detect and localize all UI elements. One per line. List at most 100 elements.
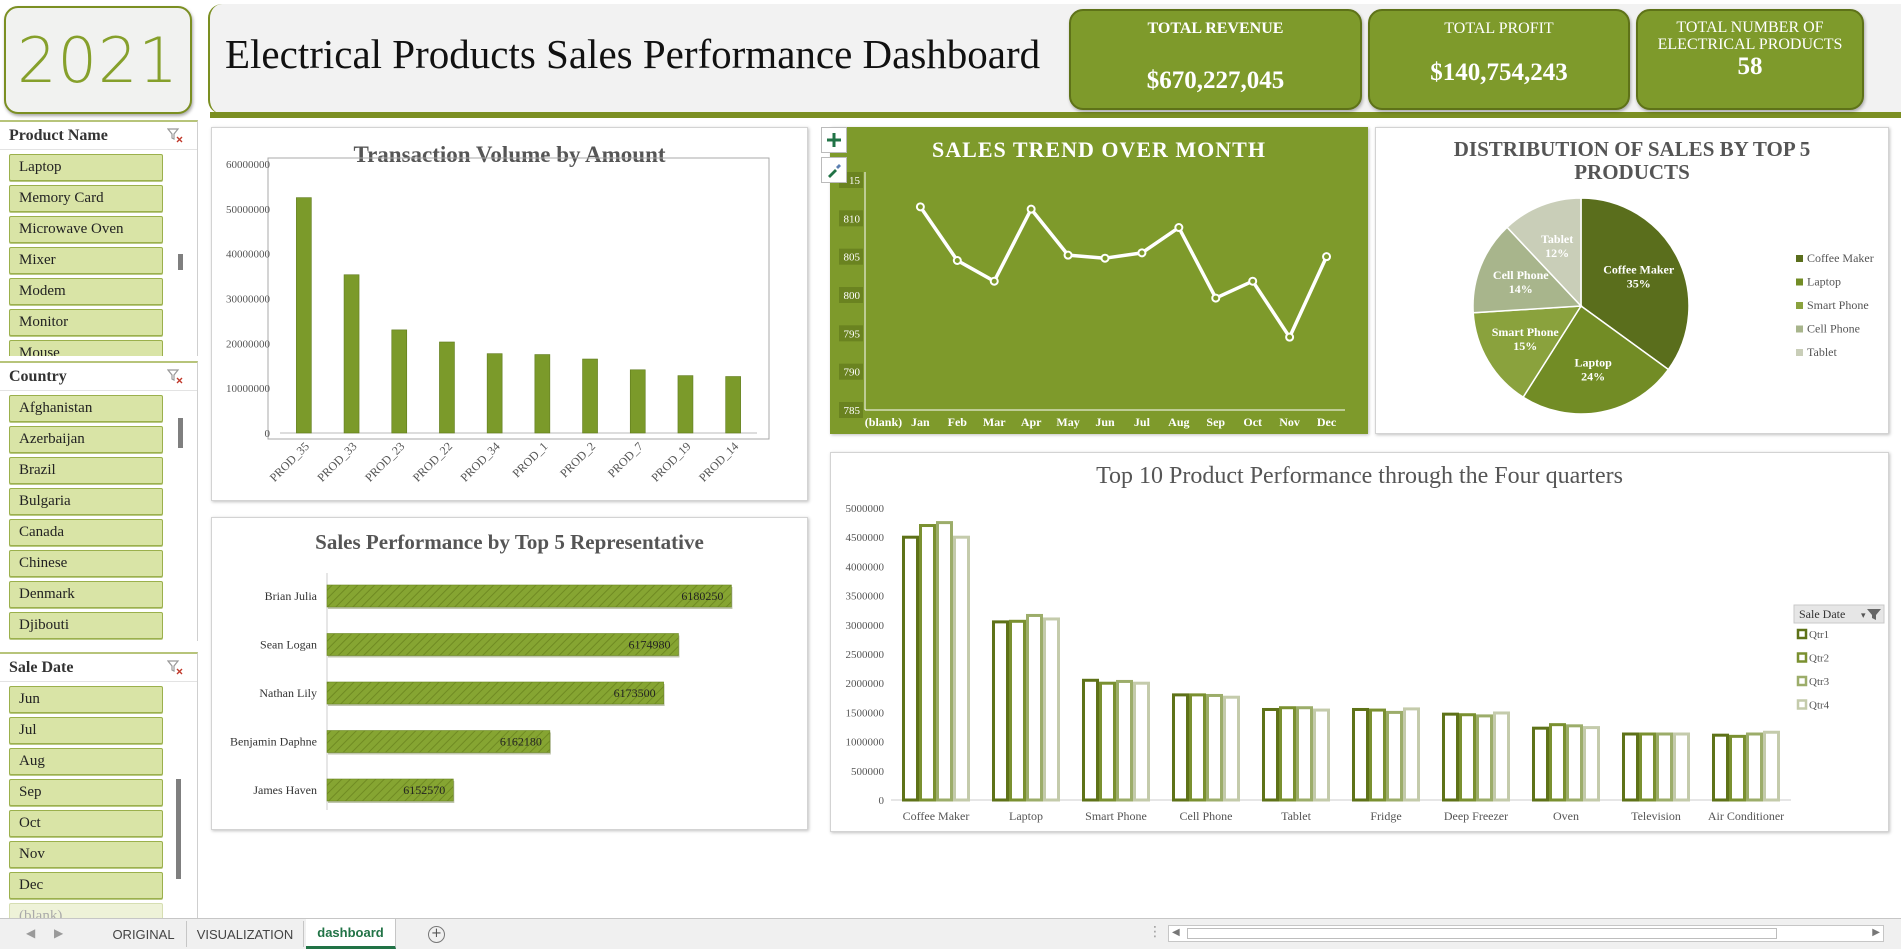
slicer-scrollbar[interactable] — [176, 779, 181, 879]
column — [1493, 711, 1510, 802]
x-tick-label: Aug — [1168, 415, 1189, 429]
column — [1763, 730, 1780, 802]
tab-visualization[interactable]: VISUALIZATION — [187, 921, 304, 947]
slicer-scrollbar[interactable] — [178, 254, 183, 270]
chart-transaction-volume[interactable]: Transaction Volume by Amount 0 10000000 20… — [211, 127, 808, 501]
slicer-item-afghanistan[interactable]: Afghanistan — [9, 395, 163, 422]
x-tick-label: PROD_7 — [605, 439, 646, 480]
slicer-item-modem[interactable]: Modem — [9, 278, 163, 305]
x-tick-label: Jul — [1134, 415, 1151, 429]
slicer-header: Product Name — [0, 122, 197, 150]
x-tick-label: PROD_35 — [267, 439, 312, 484]
chevron-down-icon: ▾ — [1861, 610, 1866, 620]
legend-swatch — [1796, 325, 1803, 333]
x-tick-label: Apr — [1021, 415, 1042, 429]
prev-sheet-icon[interactable]: ◀ — [26, 926, 35, 940]
clear-filter-icon[interactable] — [167, 368, 183, 384]
scroll-right-icon[interactable]: ▶ — [1872, 927, 1880, 938]
column — [1442, 712, 1459, 802]
slicer-sale-date[interactable]: Sale Date Jun Jul Aug Sep Oct Nov Dec (b… — [0, 652, 198, 922]
y-tick-label: 50000000 — [226, 204, 271, 216]
chart-sales-distribution[interactable]: DISTRIBUTION OF SALES BY TOP 5 PRODUCTS … — [1375, 127, 1889, 434]
slicer-item-jul[interactable]: Jul — [9, 717, 163, 744]
plot-area-frame — [267, 157, 770, 440]
scroll-thumb[interactable] — [1187, 928, 1777, 939]
slicer-item-dec[interactable]: Dec — [9, 872, 163, 899]
column — [919, 524, 936, 802]
slicer-item-mouse[interactable]: Mouse — [9, 340, 163, 356]
slicer-item-nov[interactable]: Nov — [9, 841, 163, 868]
kpi-total-profit: TOTAL PROFIT $140,754,243 — [1368, 9, 1630, 110]
y-tick-label: 2500000 — [846, 649, 885, 661]
slicer-item-chinese[interactable]: Chinese — [9, 550, 163, 577]
legend-swatch — [1796, 302, 1803, 309]
chart-sales-trend[interactable]: SALES TREND OVER MONTH 785 790 795 800 805 81… — [830, 127, 1368, 434]
y-tick-label: 795 — [844, 328, 861, 340]
line-point — [1248, 276, 1258, 286]
line-point — [1285, 332, 1295, 342]
slicer-item-oct[interactable]: Oct — [9, 810, 163, 837]
legend-label: Tablet — [1807, 345, 1837, 359]
column — [1206, 693, 1223, 802]
clear-filter-icon[interactable] — [167, 659, 183, 675]
y-tick-label: 0 — [879, 795, 885, 807]
x-tick-label: PROD_1 — [509, 439, 550, 480]
slicer-item-bulgaria[interactable]: Bulgaria — [9, 488, 163, 515]
chart-rep-performance[interactable]: Sales Performance by Top 5 Representativ… — [211, 517, 808, 830]
y-tick-label: 790 — [844, 367, 861, 379]
dashboard-title: Electrical Products Sales Performance Da… — [225, 31, 1041, 77]
slicer-country[interactable]: Country Afghanistan Azerbaijan Brazil Bu… — [0, 361, 198, 641]
year-value: 2021 — [17, 23, 179, 97]
next-sheet-icon[interactable]: ▶ — [54, 926, 63, 940]
x-tick-label: PROD_23 — [362, 439, 407, 484]
category-label: Brian Julia — [265, 589, 318, 603]
data-label: 6162180 — [500, 735, 542, 749]
slicer-item-aug[interactable]: Aug — [9, 748, 163, 775]
legend-label: Smart Phone — [1807, 298, 1869, 312]
slicer-item-monitor[interactable]: Monitor — [9, 309, 163, 336]
scroll-left-icon[interactable]: ◀ — [1172, 927, 1180, 938]
y-tick-label: 1500000 — [846, 707, 885, 719]
y-tick-label: 2000000 — [846, 678, 885, 690]
split-handle-icon[interactable]: ⋮ — [1148, 924, 1162, 940]
slicer-item-jun[interactable]: Jun — [9, 686, 163, 713]
legend-swatch — [1796, 349, 1803, 356]
kpi-product-count: TOTAL NUMBER OF ELECTRICAL PRODUCTS 58 — [1636, 9, 1864, 110]
slicer-item-azerbaijan[interactable]: Azerbaijan — [9, 426, 163, 453]
series-line — [918, 205, 1329, 339]
slice-percent-label: 12% — [1545, 246, 1569, 260]
tab-dashboard[interactable]: dashboard — [306, 919, 396, 949]
slicer-item-laptop[interactable]: Laptop — [9, 154, 163, 181]
line-point — [1100, 253, 1110, 263]
slice-percent-label: 15% — [1513, 339, 1537, 353]
chart-elements-icon[interactable] — [821, 127, 847, 153]
chart-top10-quarters[interactable]: Top 10 Product Performance through the F… — [830, 452, 1889, 832]
category-label: Sean Logan — [260, 638, 317, 652]
slicer-item-memory-card[interactable]: Memory Card — [9, 185, 163, 212]
slicer-item-brazil[interactable]: Brazil — [9, 457, 163, 484]
y-tick-label: 3000000 — [846, 620, 885, 632]
slicer-product-name[interactable]: Product Name Laptop Memory Card Microwav… — [0, 120, 198, 356]
slicer-header: Sale Date — [0, 654, 197, 682]
category-label: Benjamin Daphne — [230, 735, 317, 749]
legend-label: Qtr1 — [1809, 629, 1829, 641]
slicer-item-djibouti[interactable]: Djibouti — [9, 612, 163, 639]
x-tick-label: Air Conditioner — [1708, 809, 1784, 823]
y-tick-label: 3500000 — [846, 591, 885, 603]
slicer-item-sep[interactable]: Sep — [9, 779, 163, 806]
tab-original[interactable]: ORIGINAL — [101, 921, 187, 947]
add-sheet-icon[interactable]: + — [428, 926, 445, 943]
slicer-title: Country — [9, 368, 67, 385]
slicer-item-denmark[interactable]: Denmark — [9, 581, 163, 608]
slicer-item-mixer[interactable]: Mixer — [9, 247, 163, 274]
slicer-item-microwave-oven[interactable]: Microwave Oven — [9, 216, 163, 243]
line-point — [989, 276, 999, 286]
kpi-profit-label: TOTAL PROFIT — [1444, 20, 1554, 37]
slicer-item-canada[interactable]: Canada — [9, 519, 163, 546]
clear-filter-icon[interactable] — [167, 127, 183, 143]
horizontal-scrollbar[interactable]: ◀ ▶ — [1168, 925, 1884, 942]
column — [1279, 706, 1296, 802]
slicer-scrollbar[interactable] — [178, 418, 183, 448]
chart-styles-icon[interactable] — [821, 157, 847, 183]
column — [936, 521, 953, 802]
